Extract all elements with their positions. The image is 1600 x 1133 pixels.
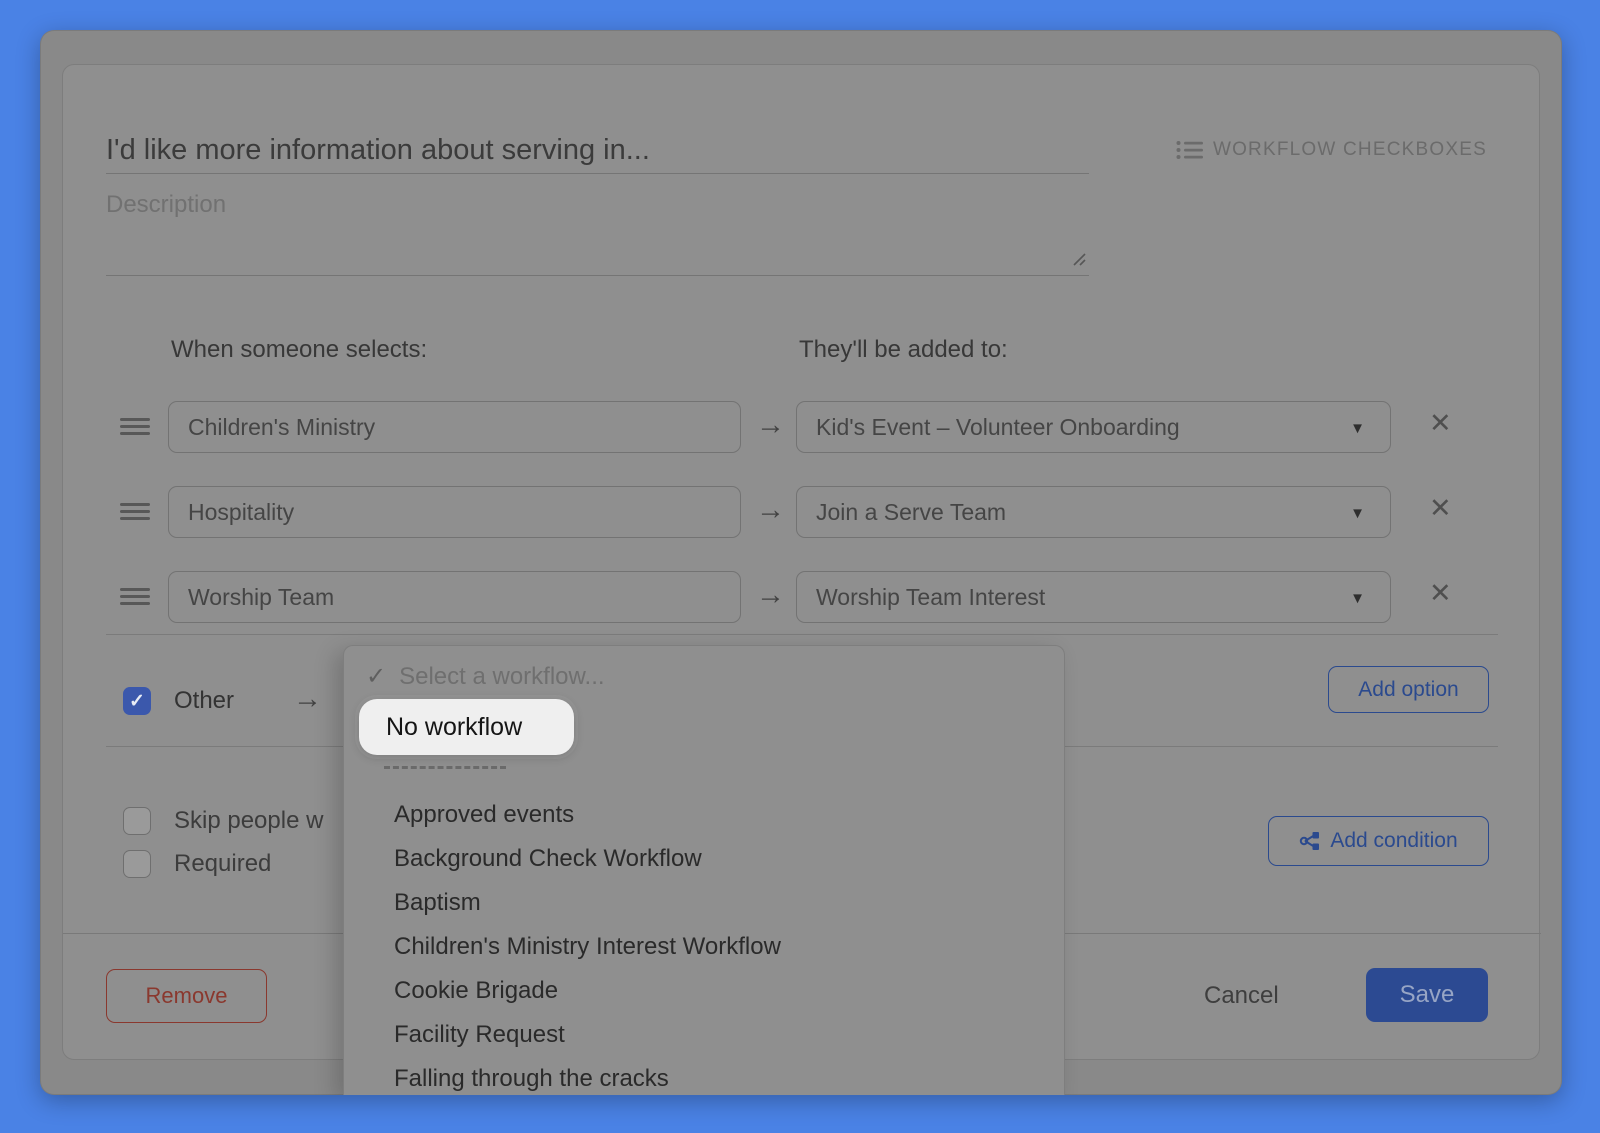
required-checkbox[interactable] <box>123 850 151 878</box>
save-button[interactable]: Save <box>1366 968 1488 1022</box>
app-window: WORKFLOW CHECKBOXES When someone selects… <box>40 30 1562 1095</box>
dropdown-placeholder-text: Select a workflow... <box>399 663 604 691</box>
option-row: → Kid's Event – Volunteer Onboarding ▼ ✕ <box>63 401 1541 453</box>
dropdown-item-no-workflow[interactable]: No workflow <box>359 699 574 755</box>
column-header-selects: When someone selects: <box>171 336 427 364</box>
cancel-button[interactable]: Cancel <box>1198 981 1285 1011</box>
workflow-select-value: Kid's Event – Volunteer Onboarding <box>816 414 1180 441</box>
dropdown-item[interactable]: Falling through the cracks <box>344 1057 1066 1095</box>
option-name-input[interactable] <box>168 401 741 453</box>
workflow-select[interactable]: Kid's Event – Volunteer Onboarding ▼ <box>796 401 1391 453</box>
drag-handle-icon[interactable] <box>120 414 150 440</box>
workflow-select[interactable]: Worship Team Interest ▼ <box>796 571 1391 623</box>
dropdown-item[interactable]: Background Check Workflow <box>344 837 1066 881</box>
workflow-dropdown-menu: ✓ Select a workflow... No workflow Appro… <box>343 645 1065 1095</box>
add-condition-button[interactable]: Add condition <box>1268 816 1489 866</box>
column-header-added-to: They'll be added to: <box>799 336 1008 364</box>
option-name-input[interactable] <box>168 571 741 623</box>
page-background: WORKFLOW CHECKBOXES When someone selects… <box>0 0 1600 1133</box>
caret-down-icon: ▼ <box>1350 420 1365 437</box>
add-option-button[interactable]: Add option <box>1328 666 1489 713</box>
dropdown-item[interactable]: Children's Ministry Interest Workflow <box>344 925 1066 969</box>
add-condition-label: Add condition <box>1330 829 1457 853</box>
workflow-select-value: Join a Serve Team <box>816 499 1006 526</box>
remove-row-icon[interactable]: ✕ <box>1429 495 1452 522</box>
dropdown-item[interactable]: Baptism <box>344 881 1066 925</box>
check-icon: ✓ <box>129 690 145 713</box>
arrow-icon: → <box>756 494 785 527</box>
remove-button[interactable]: Remove <box>106 969 267 1023</box>
dropdown-separator <box>384 766 506 769</box>
drag-handle-icon[interactable] <box>120 499 150 525</box>
dropdown-item[interactable]: Cookie Brigade <box>344 969 1066 1013</box>
arrow-icon: → <box>756 409 785 442</box>
required-row: Required <box>123 849 271 879</box>
field-type-text: WORKFLOW CHECKBOXES <box>1213 139 1487 161</box>
skip-people-label: Skip people w <box>174 807 323 835</box>
skip-people-row: Skip people w <box>123 806 323 836</box>
add-option-label: Add option <box>1358 678 1458 702</box>
workflow-select[interactable]: Join a Serve Team ▼ <box>796 486 1391 538</box>
field-type-label: WORKFLOW CHECKBOXES <box>1176 139 1487 161</box>
option-row: → Join a Serve Team ▼ ✕ <box>63 486 1541 538</box>
required-label: Required <box>174 850 271 878</box>
no-workflow-label: No workflow <box>386 713 522 742</box>
option-name-input[interactable] <box>168 486 741 538</box>
arrow-icon: → <box>293 683 322 716</box>
check-icon: ✓ <box>366 662 386 691</box>
remove-row-icon[interactable]: ✕ <box>1429 580 1452 607</box>
drag-handle-icon[interactable] <box>120 584 150 610</box>
skip-people-checkbox[interactable] <box>123 807 151 835</box>
dropdown-item[interactable]: Approved events <box>344 793 1066 837</box>
caret-down-icon: ▼ <box>1350 590 1365 607</box>
list-icon <box>1176 139 1203 161</box>
description-textarea[interactable] <box>106 183 1089 276</box>
dropdown-item-selected[interactable]: ✓ Select a workflow... <box>366 662 605 691</box>
resize-grip-icon[interactable] <box>1071 251 1086 266</box>
dropdown-item[interactable]: Facility Request <box>344 1013 1066 1057</box>
other-checkbox[interactable]: ✓ <box>123 687 151 715</box>
option-row: → Worship Team Interest ▼ ✕ <box>63 571 1541 623</box>
remove-row-icon[interactable]: ✕ <box>1429 410 1452 437</box>
other-label: Other <box>174 687 234 715</box>
dropdown-item-list: Approved events Background Check Workflo… <box>344 793 1066 1095</box>
caret-down-icon: ▼ <box>1350 505 1365 522</box>
section-divider <box>106 634 1498 635</box>
workflow-select-value: Worship Team Interest <box>816 584 1045 611</box>
branch-icon <box>1299 831 1321 851</box>
question-title-input[interactable] <box>106 127 1089 174</box>
arrow-icon: → <box>756 579 785 612</box>
